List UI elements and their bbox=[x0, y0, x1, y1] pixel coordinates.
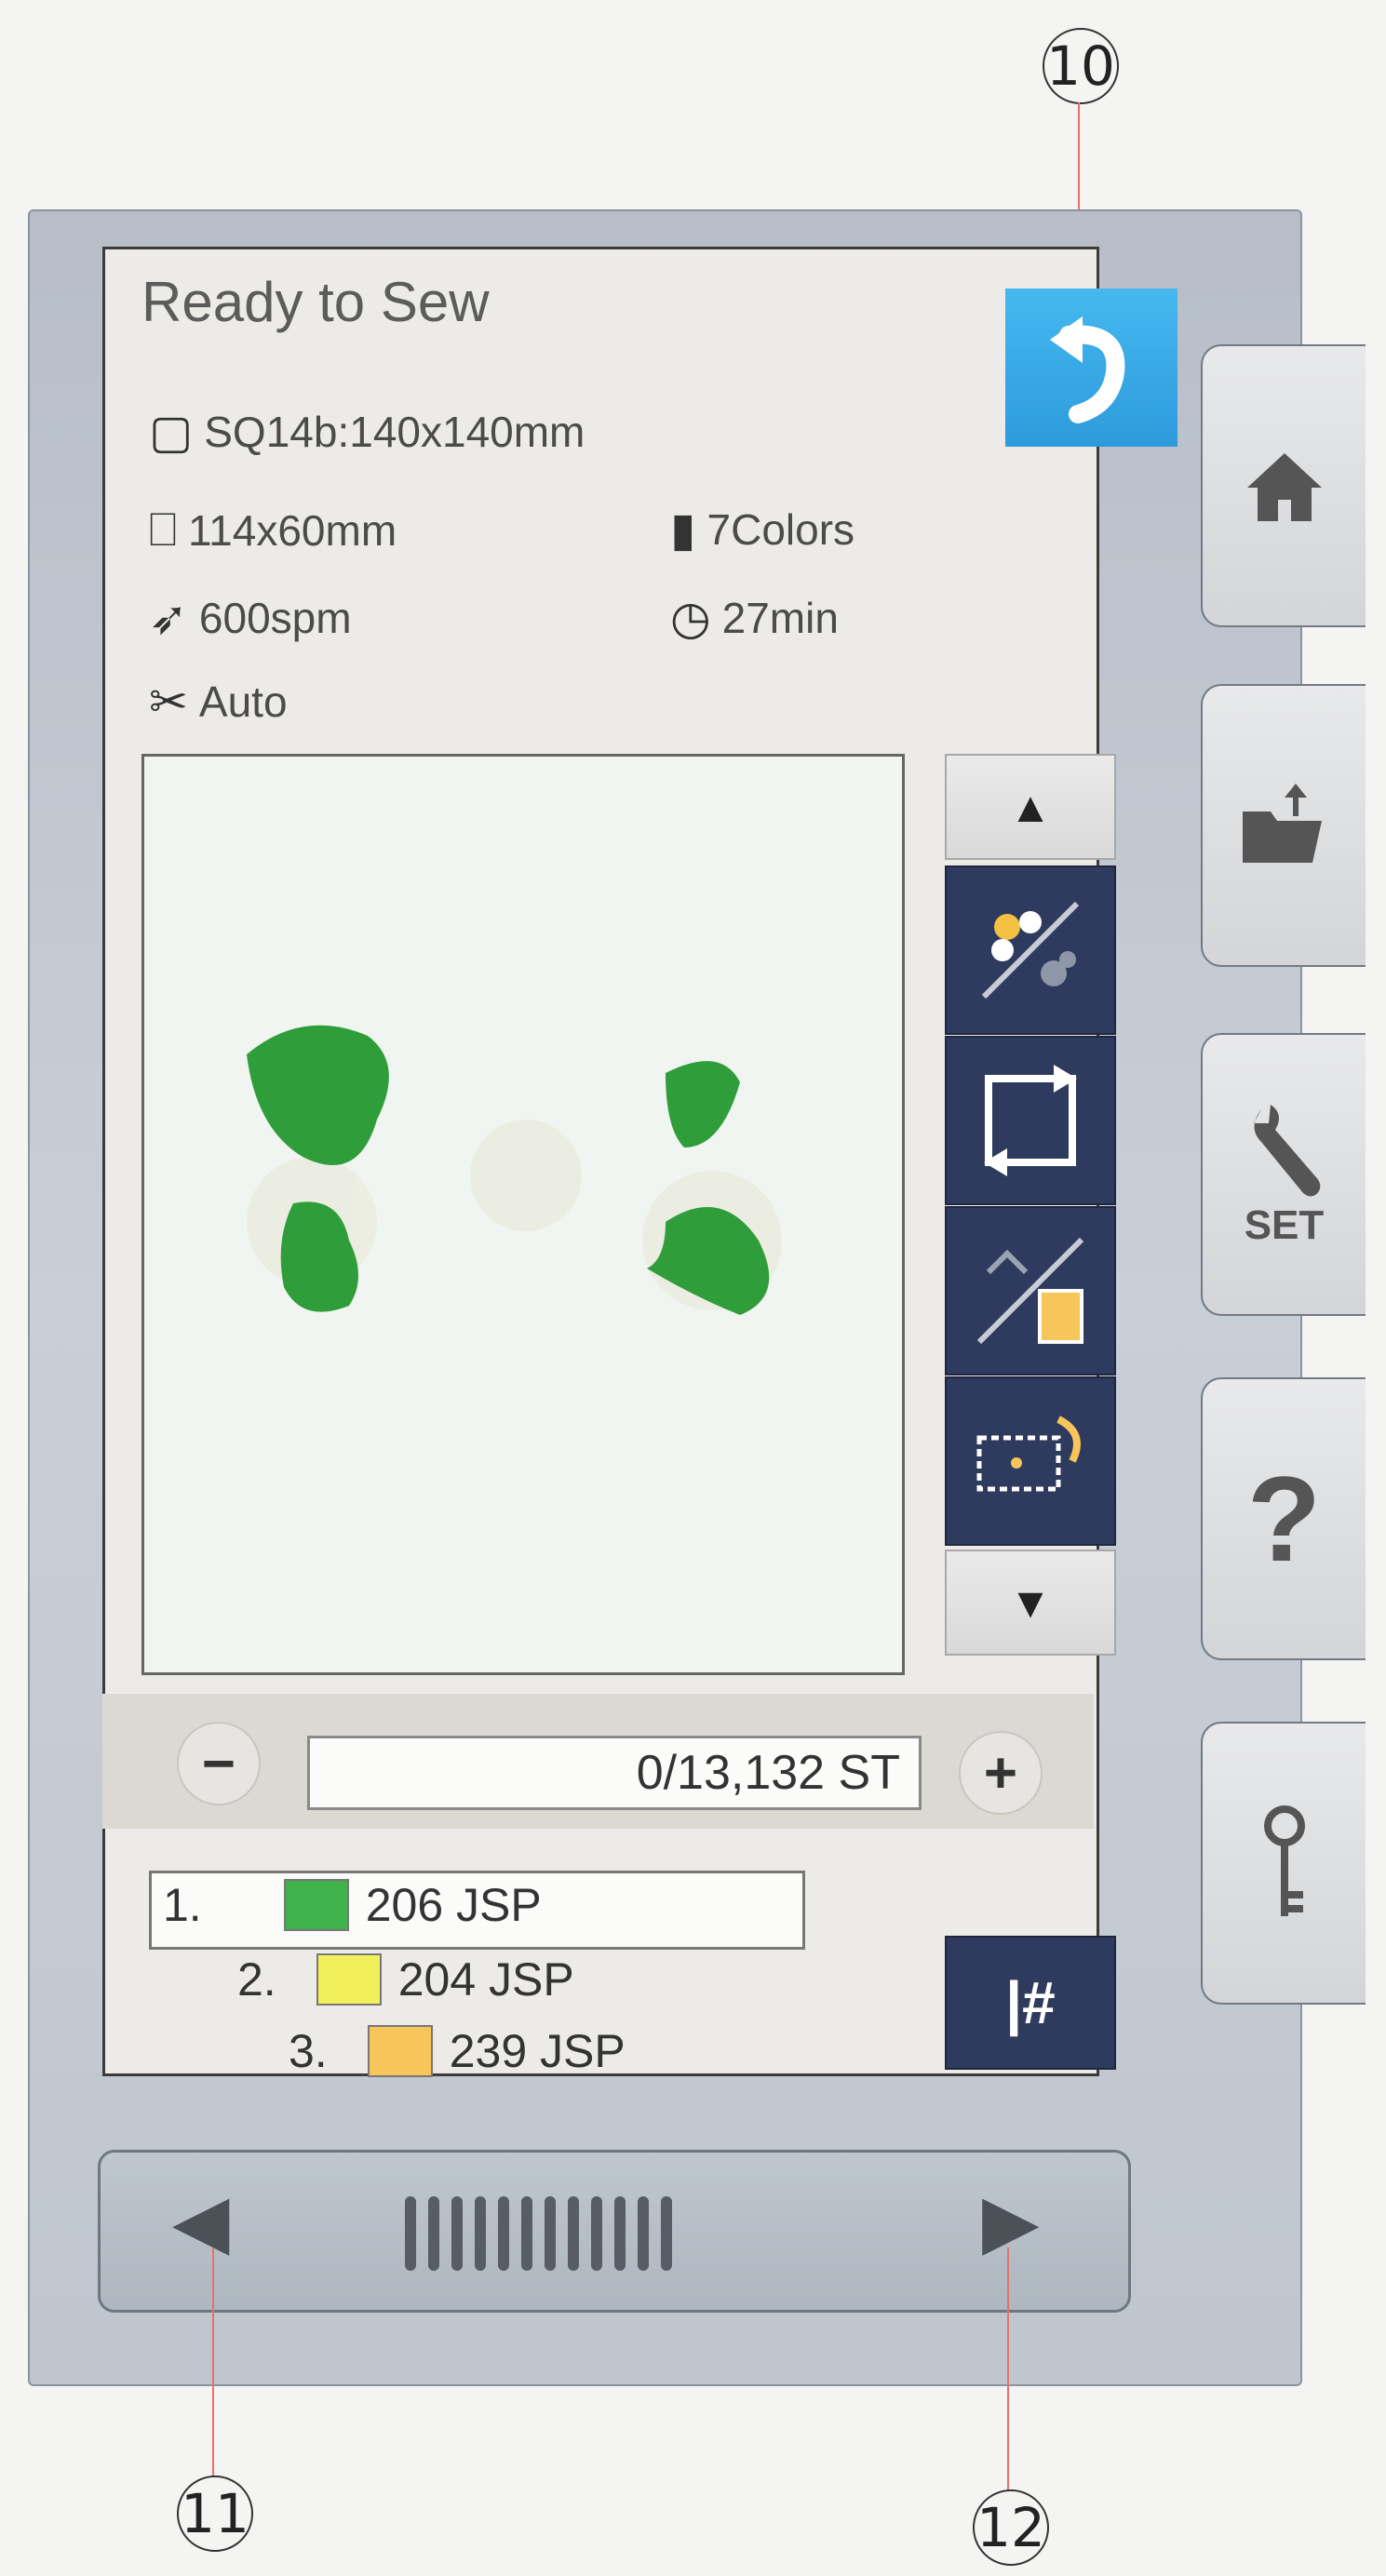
thread-number: 3. bbox=[289, 2025, 328, 2077]
callout-12: 12 bbox=[973, 2489, 1049, 2566]
sewing-time: 27min bbox=[721, 594, 839, 642]
spool-icon: ▮ bbox=[670, 503, 696, 556]
hoop-info: ▢ SQ14b:140x140mm bbox=[149, 405, 585, 459]
time-info: ◷ 27min bbox=[670, 591, 839, 645]
jump-button[interactable] bbox=[945, 1206, 1116, 1375]
file-tab[interactable] bbox=[1201, 684, 1366, 967]
speed-icon: ➶ bbox=[149, 592, 188, 644]
design-preview[interactable] bbox=[141, 754, 905, 1675]
left-triangle-icon[interactable]: ◀ bbox=[172, 2178, 230, 2264]
thread-item-3[interactable]: 3. 239 JSP bbox=[289, 2024, 626, 2078]
up-arrow-icon: ▲ bbox=[1009, 783, 1052, 831]
thread-item-2[interactable]: 2. 204 JSP bbox=[237, 1952, 574, 2006]
thread-swatch bbox=[316, 1953, 382, 2006]
folder-icon bbox=[1242, 784, 1322, 863]
thread-cut-info: ✂ Auto bbox=[149, 675, 288, 729]
help-icon: ? bbox=[1246, 1451, 1322, 1587]
trace-icon bbox=[984, 1065, 1077, 1176]
sewing-speed: 600spm bbox=[198, 594, 352, 642]
thread-number: 2. bbox=[237, 1953, 276, 2006]
embroidery-design bbox=[247, 1025, 782, 1315]
callout-11: 11 bbox=[177, 2475, 253, 2552]
back-icon bbox=[1049, 316, 1124, 423]
stitch-minus-button[interactable]: − bbox=[177, 1722, 261, 1805]
down-arrow-icon: ▼ bbox=[1009, 1578, 1052, 1627]
thread-number: 1. bbox=[163, 1879, 202, 1931]
callout-11-leader bbox=[212, 2247, 214, 2485]
thread-name: 204 JSP bbox=[397, 1953, 574, 2006]
wrench-icon bbox=[1253, 1105, 1320, 1197]
right-triangle-icon[interactable]: ▶ bbox=[982, 2178, 1040, 2264]
design-size-icon: ⎕ bbox=[149, 503, 177, 556]
thread-swatch bbox=[283, 1879, 349, 1931]
home-tab[interactable] bbox=[1201, 344, 1366, 627]
scroll-down-button[interactable]: ▼ bbox=[945, 1550, 1116, 1656]
thread-name: 206 JSP bbox=[365, 1879, 542, 1931]
thread-item-1[interactable]: 1. 206 JSP bbox=[163, 1878, 542, 1932]
color-trim-icon bbox=[981, 901, 1080, 1000]
scroll-up-button[interactable]: ▲ bbox=[945, 754, 1116, 860]
stitch-counter: 0/13,132 ST bbox=[307, 1736, 922, 1810]
callout-12-leader bbox=[1007, 2247, 1009, 2494]
needle-number-button[interactable]: |# bbox=[945, 1936, 1116, 2070]
home-icon bbox=[1246, 453, 1322, 521]
color-trim-tool-button[interactable] bbox=[945, 865, 1116, 1035]
clock-icon: ◷ bbox=[670, 592, 711, 644]
thread-name: 239 JSP bbox=[449, 2025, 626, 2077]
jump-icon bbox=[976, 1237, 1084, 1345]
thread-cut-mode: Auto bbox=[198, 678, 288, 726]
design-size-info: ⎕ 114x60mm bbox=[149, 503, 397, 557]
settings-label: SET bbox=[1244, 1202, 1325, 1248]
lock-tab[interactable] bbox=[1201, 1722, 1366, 2005]
colors-info: ▮ 7Colors bbox=[670, 503, 854, 557]
settings-tab[interactable]: SET bbox=[1201, 1033, 1366, 1316]
back-button[interactable] bbox=[1005, 288, 1177, 447]
trace-button[interactable] bbox=[945, 1036, 1116, 1205]
speed-info: ➶ 600spm bbox=[149, 591, 352, 645]
thread-cut-icon: ✂ bbox=[149, 676, 188, 728]
status-title: Ready to Sew bbox=[141, 271, 490, 333]
rotate-icon bbox=[976, 1415, 1081, 1492]
rotate-hoop-button[interactable] bbox=[945, 1376, 1116, 1546]
hoop-size: SQ14b:140x140mm bbox=[204, 408, 585, 456]
hoop-icon: ▢ bbox=[149, 406, 194, 458]
color-count: 7Colors bbox=[706, 505, 855, 554]
thread-swatch bbox=[367, 2025, 433, 2077]
help-tab[interactable]: ? bbox=[1201, 1377, 1366, 1660]
design-size: 114x60mm bbox=[188, 505, 397, 555]
slider-ticks[interactable] bbox=[405, 2196, 672, 2271]
callout-10: 10 bbox=[1043, 28, 1119, 104]
key-icon bbox=[1263, 1805, 1305, 1916]
stitch-plus-button[interactable]: + bbox=[959, 1731, 1043, 1815]
